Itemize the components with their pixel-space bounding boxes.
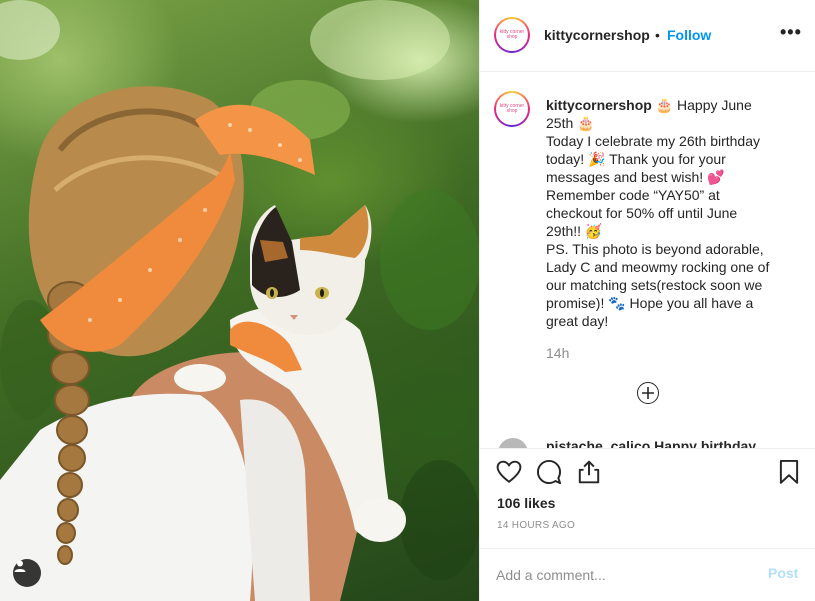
caption-line: our matching sets(restock soon we [546, 277, 763, 293]
comment-input[interactable] [496, 562, 746, 588]
more-options-icon[interactable]: ••• [780, 22, 802, 43]
caption-line: Remember code “YAY50” at [546, 187, 720, 203]
photo-illustration [0, 0, 479, 601]
separator-dot: • [655, 27, 660, 43]
caption-author-avatar[interactable]: kitty corner shop [494, 91, 530, 127]
caption-line: 25th 🎂 [546, 115, 595, 131]
caption-line: Lady C and meowmy rocking one of [546, 259, 770, 275]
caption-line: checkout for 50% off until June [546, 205, 738, 221]
caption-line: today! 🎉 Thank you for your [546, 151, 726, 167]
caption-username[interactable]: kittycornershop [546, 97, 652, 113]
post-time-ago[interactable]: 14 HOURS AGO [497, 520, 575, 531]
user-icon [14, 560, 26, 572]
author-username[interactable]: kittycornershop [544, 27, 650, 43]
caption-line: 🎂 Happy June [651, 97, 752, 113]
post-comment-button[interactable]: Post [768, 565, 798, 581]
plus-circle-icon [642, 387, 654, 399]
caption-line: great day! [546, 313, 609, 329]
comment-composer: Post [480, 548, 815, 601]
post-details-panel: kitty corner shop kittycornershop • Foll… [479, 0, 815, 601]
caption-text: kittycornershop 🎂 Happy June 25th 🎂 Toda… [546, 96, 782, 330]
tagged-users-button[interactable] [13, 559, 41, 587]
likes-count[interactable]: 106 likes [497, 495, 555, 511]
comment-preview-text: pistache_calico Happy birthday [546, 438, 757, 448]
bookmark-icon[interactable] [776, 459, 802, 485]
avatar-logo-text: kitty corner shop [496, 93, 528, 125]
caption-line: 29th!! 🥳 [546, 223, 603, 239]
caption-line: Today I celebrate my 26th birthday [546, 133, 761, 149]
commenter-avatar[interactable] [498, 438, 528, 448]
heart-icon[interactable] [496, 459, 522, 485]
avatar-logo-text: kitty corner shop [496, 19, 528, 51]
follow-button[interactable]: Follow [667, 27, 711, 43]
caption-line: messages and best wish! 💕 [546, 169, 725, 185]
caption-timestamp[interactable]: 14h [546, 345, 569, 361]
load-more-comments-button[interactable] [637, 382, 659, 404]
comment-icon[interactable] [536, 459, 562, 485]
post-photo[interactable] [0, 0, 479, 601]
caption-line: PS. This photo is beyond adorable, [546, 241, 764, 257]
share-icon[interactable] [576, 459, 602, 485]
caption-line: promise)! 🐾 Hope you all have a [546, 295, 754, 311]
author-avatar[interactable]: kitty corner shop [494, 17, 530, 53]
comment-preview-partial: pistache_calico Happy birthday [494, 436, 804, 448]
action-bar: 106 likes 14 HOURS AGO [480, 448, 815, 549]
post-header: kitty corner shop kittycornershop • Foll… [480, 0, 815, 72]
